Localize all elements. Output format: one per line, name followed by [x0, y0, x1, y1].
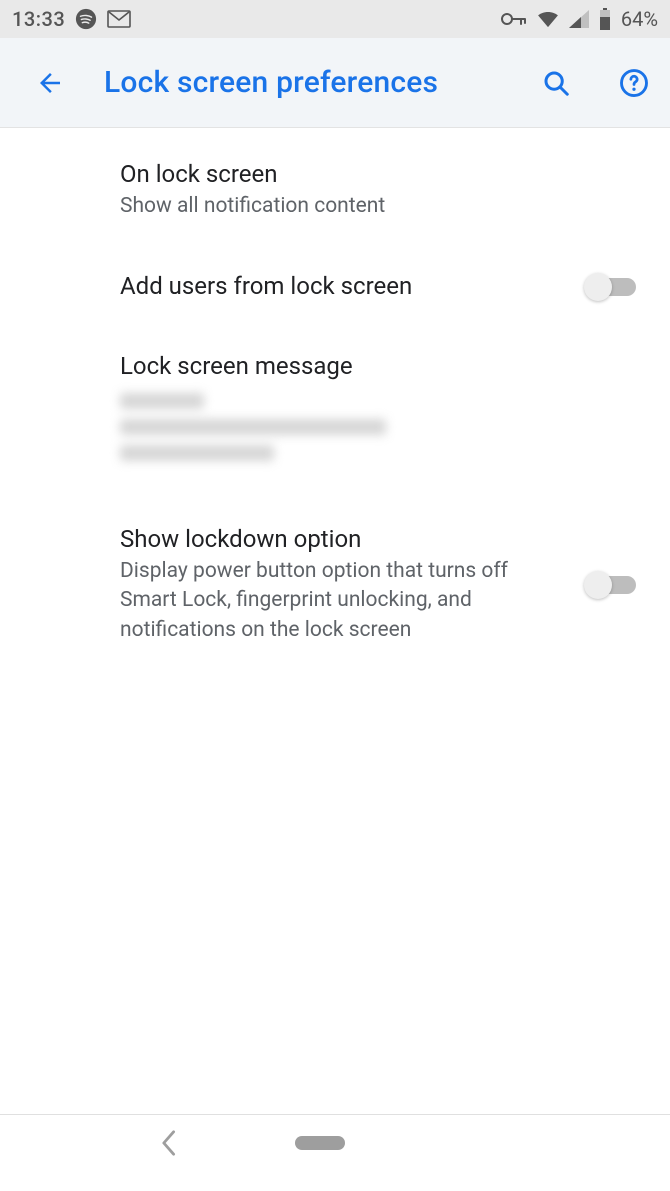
help-icon — [619, 68, 649, 98]
switch-show-lockdown[interactable] — [584, 569, 640, 599]
battery-percent: 64% — [621, 7, 658, 31]
vpn-key-icon — [501, 12, 527, 26]
gmail-icon — [107, 10, 131, 28]
arrow-back-icon — [35, 68, 65, 98]
chevron-left-icon — [158, 1129, 178, 1157]
pref-show-lockdown[interactable]: Show lockdown option Display power butto… — [0, 499, 670, 670]
nav-spacer — [463, 1136, 513, 1150]
app-bar: Lock screen preferences — [0, 38, 670, 128]
nav-back-button[interactable] — [158, 1129, 178, 1157]
pref-summary-redacted — [120, 393, 400, 465]
spotify-icon — [75, 8, 97, 30]
page-title: Lock screen preferences — [104, 65, 502, 100]
pref-title: Show lockdown option — [120, 523, 568, 555]
navigation-bar — [0, 1115, 670, 1191]
settings-list: On lock screen Show all notification con… — [0, 128, 670, 669]
battery-icon — [599, 8, 611, 30]
pref-on-lock-screen[interactable]: On lock screen Show all notification con… — [0, 128, 670, 246]
pref-add-users[interactable]: Add users from lock screen — [0, 246, 670, 326]
search-icon — [541, 68, 571, 98]
pref-lock-screen-message[interactable]: Lock screen message — [0, 326, 670, 498]
nav-home-pill[interactable] — [295, 1136, 345, 1150]
search-button[interactable] — [532, 59, 580, 107]
pref-title: On lock screen — [120, 158, 640, 190]
back-button[interactable] — [26, 59, 74, 107]
status-clock: 13:33 — [12, 7, 65, 31]
pref-title: Lock screen message — [120, 350, 640, 382]
status-bar: 13:33 64% — [0, 0, 670, 38]
cell-signal-icon — [569, 10, 589, 28]
pref-summary: Display power button option that turns o… — [120, 557, 568, 645]
help-button[interactable] — [610, 59, 658, 107]
pref-summary: Show all notification content — [120, 192, 640, 221]
pref-title: Add users from lock screen — [120, 270, 568, 302]
switch-add-users[interactable] — [584, 271, 640, 301]
wifi-icon — [537, 10, 559, 28]
